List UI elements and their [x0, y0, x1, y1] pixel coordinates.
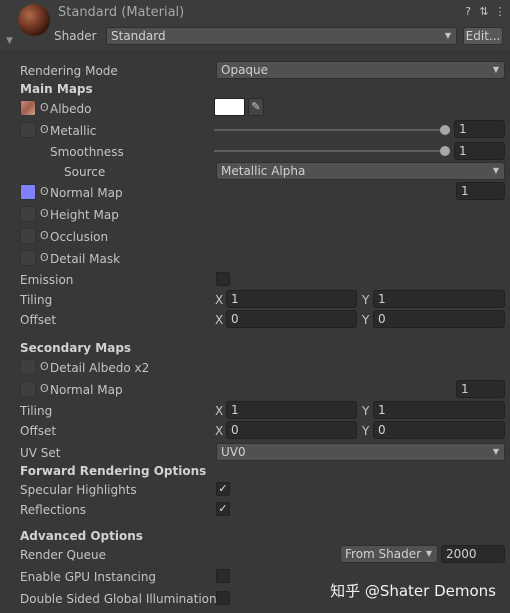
specular-highlights-label: Specular Highlights [20, 483, 137, 497]
secondary-offset-y-field[interactable]: 0 [373, 421, 505, 439]
main-maps-heading: Main Maps [20, 82, 93, 96]
metallic-texture-slot[interactable] [20, 122, 36, 138]
render-queue-mode-dropdown[interactable]: From Shader ▼ [340, 545, 438, 563]
detail-normal-map-scale-field[interactable]: 1 [456, 380, 505, 398]
object-picker-icon[interactable]: ʘ [40, 101, 49, 114]
gpu-instancing-label: Enable GPU Instancing [20, 570, 157, 584]
object-picker-icon[interactable]: ʘ [40, 382, 49, 395]
albedo-color-swatch[interactable] [214, 98, 245, 116]
source-value: Metallic Alpha [221, 164, 306, 178]
tiling-label: Tiling [20, 293, 53, 307]
chevron-down-icon: ▼ [492, 447, 499, 456]
detail-mask-texture-slot[interactable] [20, 250, 36, 266]
metallic-slider-thumb[interactable] [440, 125, 450, 135]
render-queue-label: Render Queue [20, 548, 106, 562]
settings-sliders-icon[interactable]: ⇅ [478, 5, 490, 18]
x-axis-label: X [215, 293, 224, 307]
uv-set-dropdown[interactable]: UV0 ▼ [216, 443, 505, 461]
advanced-options-heading: Advanced Options [20, 529, 143, 543]
detail-mask-label: Detail Mask [50, 252, 121, 266]
double-sided-gi-checkbox[interactable] [216, 591, 230, 605]
occlusion-texture-slot[interactable] [20, 228, 36, 244]
smoothness-slider-track[interactable] [214, 150, 446, 152]
emission-label: Emission [20, 273, 74, 287]
object-picker-icon[interactable]: ʘ [40, 185, 49, 198]
tiling-y-field[interactable]: 1 [373, 290, 505, 308]
forward-rendering-heading: Forward Rendering Options [20, 464, 207, 478]
y-axis-label: Y [362, 293, 370, 307]
smoothness-slider-thumb[interactable] [440, 146, 450, 156]
offset-y-field[interactable]: 0 [373, 310, 505, 328]
secondary-tiling-y-field[interactable]: 1 [373, 401, 505, 419]
detail-albedo-texture-slot[interactable] [20, 359, 36, 375]
object-picker-icon[interactable]: ʘ [40, 251, 49, 264]
source-label: Source [64, 165, 106, 179]
smoothness-value-field[interactable]: 1 [454, 142, 505, 160]
reflections-checkbox[interactable]: ✓ [216, 502, 230, 516]
normal-map-label: Normal Map [50, 186, 123, 200]
offset-label: Offset [20, 313, 57, 327]
uv-set-label: UV Set [20, 446, 61, 460]
y-axis-label: Y [362, 313, 370, 327]
x-axis-label: X [215, 404, 224, 418]
chevron-down-icon: ▼ [492, 65, 499, 74]
albedo-label: Albedo [50, 102, 92, 116]
gpu-instancing-checkbox[interactable] [216, 569, 230, 583]
double-sided-gi-label: Double Sided Global Illumination [20, 592, 217, 606]
edit-shader-button[interactable]: Edit... [463, 27, 503, 45]
detail-albedo-label: Detail Albedo x2 [50, 361, 150, 375]
y-axis-label: Y [362, 404, 370, 418]
offset-x-field[interactable]: 0 [226, 310, 357, 328]
emission-checkbox[interactable] [216, 272, 230, 286]
object-picker-icon[interactable]: ʘ [40, 360, 49, 373]
rendering-mode-dropdown[interactable]: Opaque ▼ [216, 61, 505, 79]
watermark-text: 知乎 @Shater Demons [330, 582, 496, 600]
secondary-tiling-label: Tiling [20, 404, 53, 418]
reflections-label: Reflections [20, 503, 86, 517]
detail-normal-map-texture-slot[interactable] [20, 381, 36, 397]
y-axis-label: Y [362, 424, 370, 438]
chevron-down-icon: ▼ [492, 166, 499, 175]
shader-value: Standard [111, 29, 166, 43]
metallic-label: Metallic [50, 124, 97, 138]
rendering-mode-label: Rendering Mode [20, 64, 118, 78]
height-map-label: Height Map [50, 208, 119, 222]
uv-set-value: UV0 [221, 445, 246, 459]
render-queue-value-field[interactable]: 2000 [441, 545, 505, 563]
metallic-value-field[interactable]: 1 [454, 120, 505, 138]
metallic-slider-track[interactable] [214, 129, 446, 131]
tiling-x-field[interactable]: 1 [226, 290, 357, 308]
chevron-down-icon: ▼ [425, 549, 432, 558]
specular-highlights-checkbox[interactable]: ✓ [216, 482, 230, 496]
source-dropdown[interactable]: Metallic Alpha ▼ [216, 162, 505, 180]
shader-label: Shader [54, 29, 97, 43]
secondary-maps-heading: Secondary Maps [20, 341, 132, 355]
object-picker-icon[interactable]: ʘ [40, 229, 49, 242]
albedo-texture-slot[interactable] [20, 100, 36, 116]
x-axis-label: X [215, 424, 224, 438]
smoothness-label: Smoothness [50, 145, 124, 159]
detail-normal-map-label: Normal Map [50, 383, 123, 397]
rendering-mode-value: Opaque [221, 63, 269, 77]
secondary-tiling-x-field[interactable]: 1 [226, 401, 357, 419]
material-header: Standard (Material) ? ⇅ ⋮ ▼ Shader Stand… [0, 0, 510, 50]
height-map-texture-slot[interactable] [20, 206, 36, 222]
help-icon[interactable]: ? [462, 5, 474, 18]
material-preview-icon[interactable] [18, 4, 50, 36]
shader-dropdown[interactable]: Standard ▼ [106, 27, 457, 45]
more-icon[interactable]: ⋮ [494, 5, 506, 18]
x-axis-label: X [215, 313, 224, 327]
object-picker-icon[interactable]: ʘ [40, 123, 49, 136]
secondary-offset-label: Offset [20, 424, 57, 438]
material-title: Standard (Material) [58, 5, 185, 20]
render-queue-mode-value: From Shader [345, 547, 422, 561]
eyedropper-icon[interactable]: ✎ [248, 98, 264, 116]
object-picker-icon[interactable]: ʘ [40, 207, 49, 220]
secondary-offset-x-field[interactable]: 0 [226, 421, 357, 439]
occlusion-label: Occlusion [50, 230, 109, 244]
chevron-down-icon: ▼ [444, 31, 451, 40]
normal-map-texture-slot[interactable] [20, 184, 36, 200]
normal-map-scale-field[interactable]: 1 [456, 182, 505, 200]
foldout-arrow-icon[interactable]: ▼ [6, 36, 13, 46]
